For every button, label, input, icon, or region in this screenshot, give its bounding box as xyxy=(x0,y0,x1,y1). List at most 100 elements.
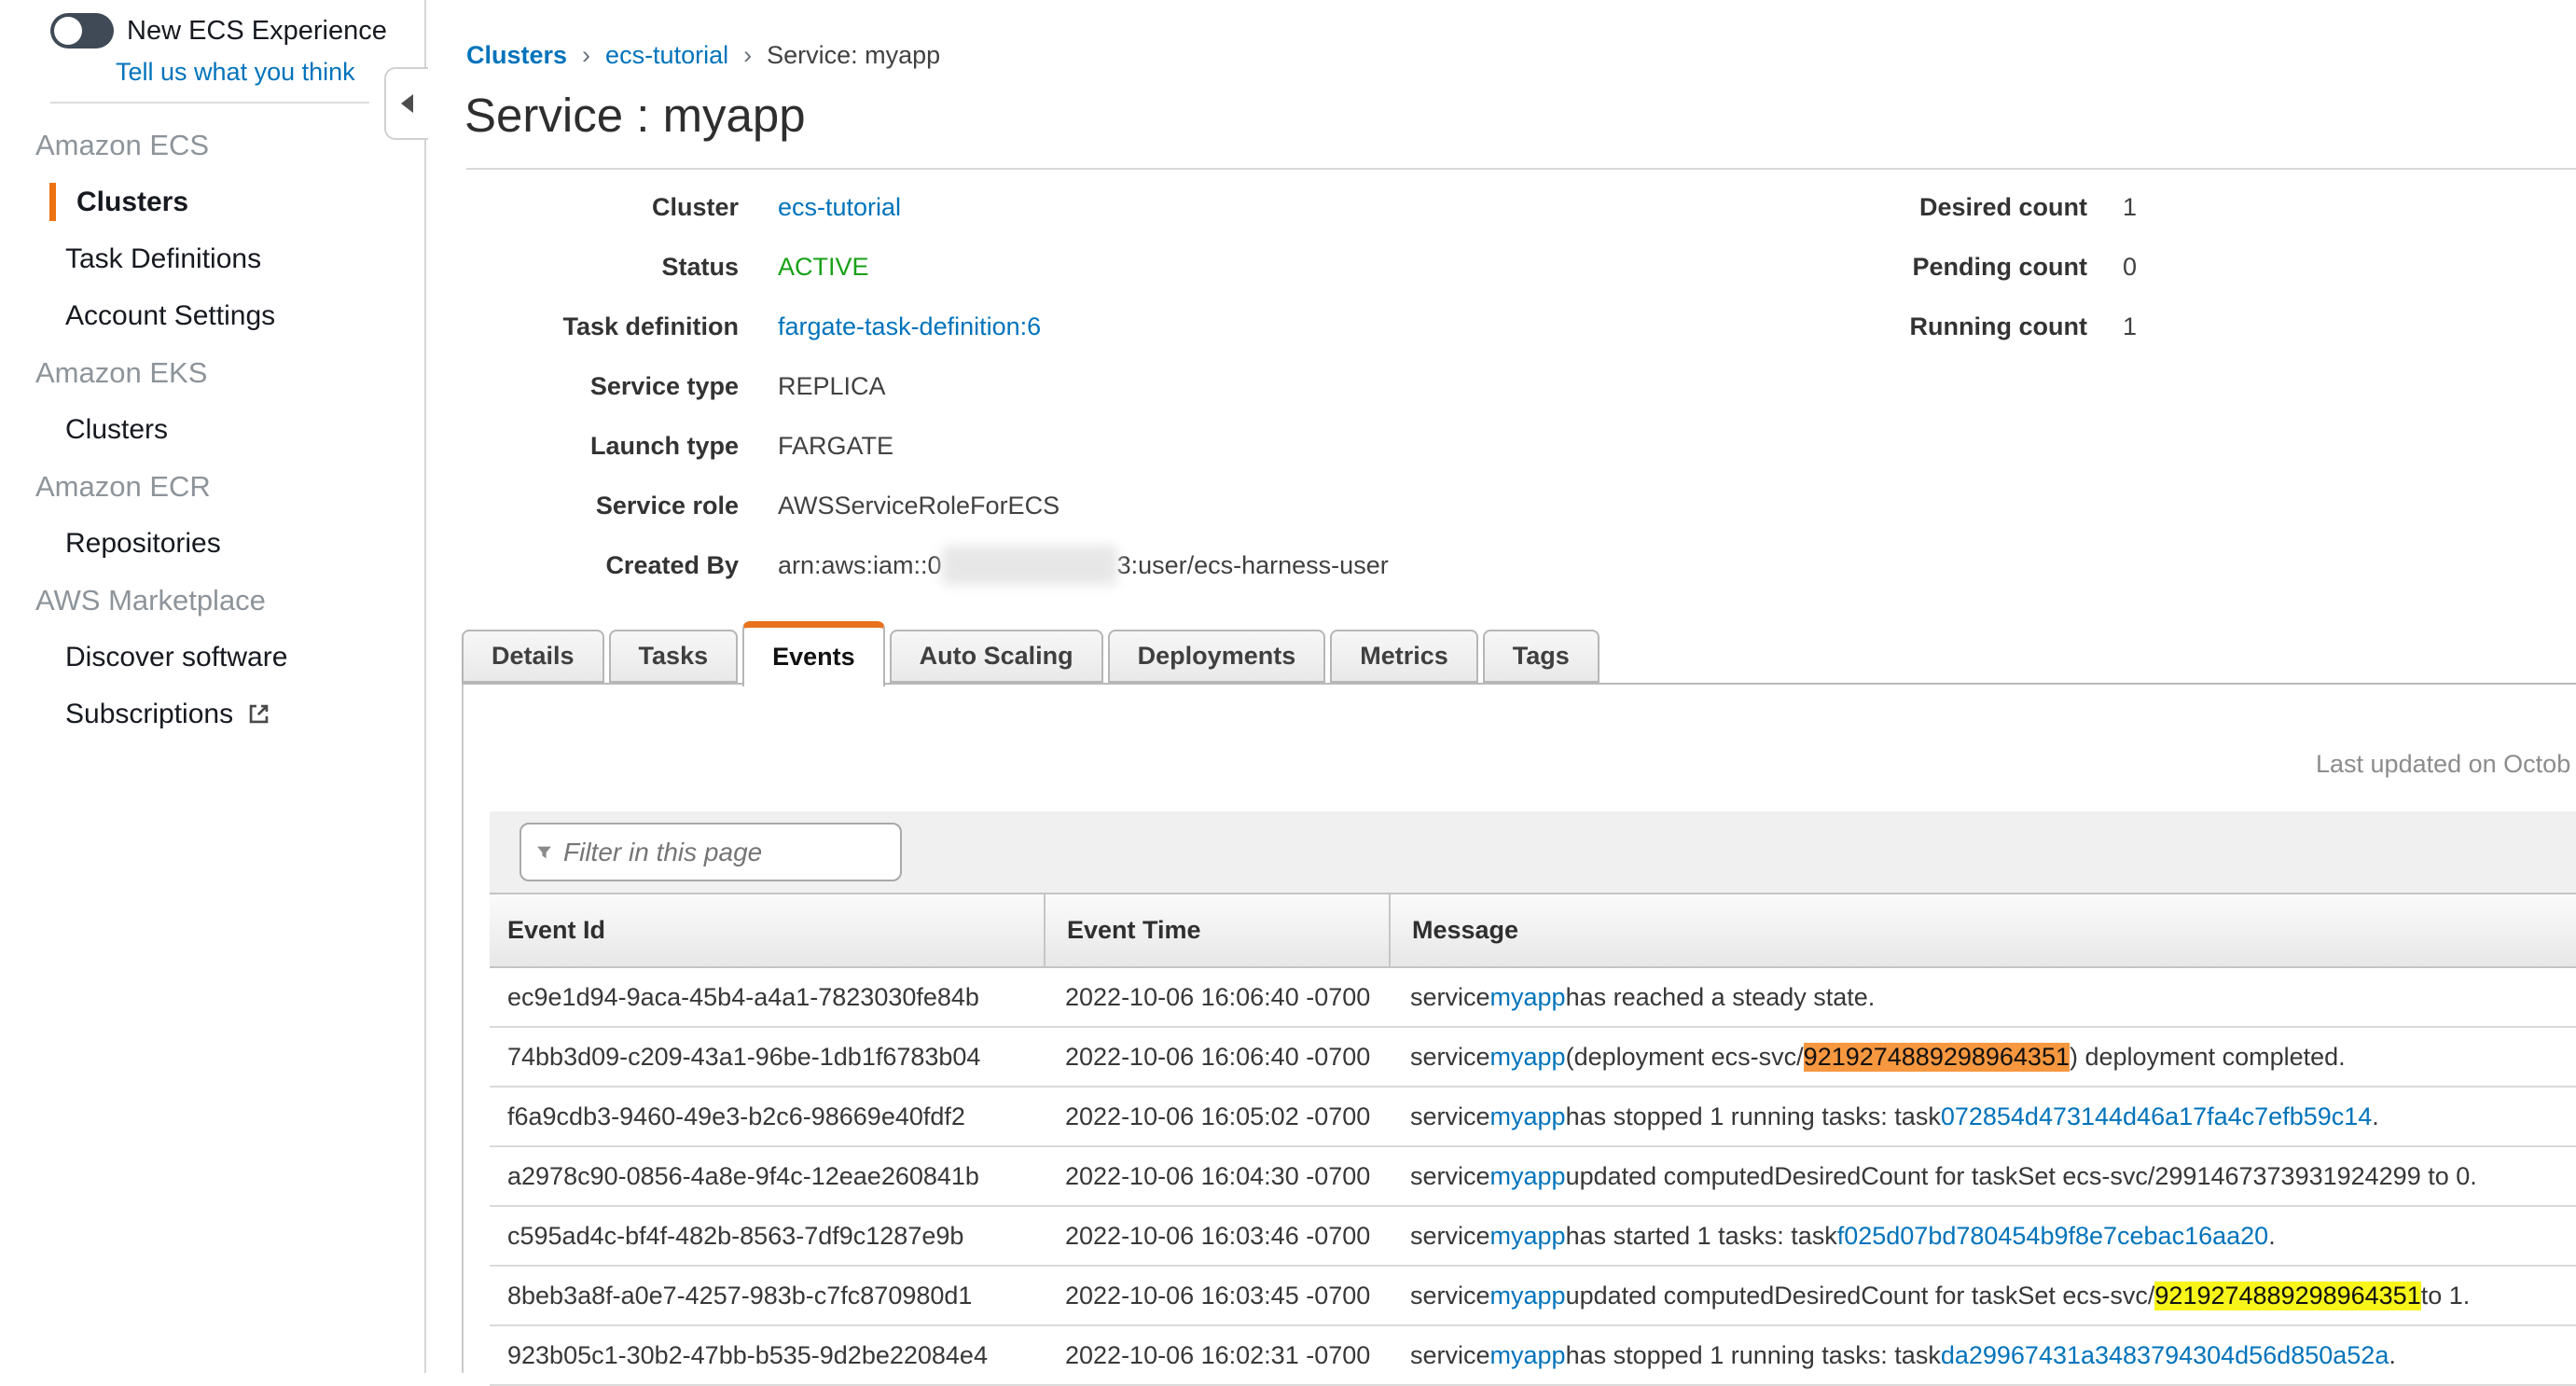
column-header-event-time: Event Time xyxy=(1044,894,1389,966)
detail-field-value[interactable]: ecs-tutorial xyxy=(739,193,901,222)
message-highlight: 9219274889298964351 xyxy=(1804,1043,2070,1072)
event-time-cell: 2022-10-06 16:03:46 -0700 xyxy=(1044,1222,1389,1251)
detail-field-row: Created By arn:aws:iam::03:user/ecs-harn… xyxy=(466,535,1389,595)
collapse-sidebar-button[interactable] xyxy=(384,67,428,140)
new-ecs-experience-toggle[interactable] xyxy=(50,13,114,49)
detail-field-row: Service type REPLICA xyxy=(466,356,1389,416)
sidebar-item-repositories[interactable]: Repositories xyxy=(0,515,424,572)
detail-field-value: ACTIVE xyxy=(739,253,869,282)
filter-input[interactable] xyxy=(563,825,900,880)
event-message-cell: service myapp has reached a steady state… xyxy=(1389,983,2576,1012)
message-text: to 1. xyxy=(2421,1282,2471,1310)
tab-events[interactable]: Events xyxy=(742,621,885,686)
detail-field-row: Service role AWSServiceRoleForECS xyxy=(466,476,1389,535)
sidebar-item-clusters[interactable]: Clusters xyxy=(0,173,424,230)
active-indicator-bar xyxy=(49,183,56,221)
message-link[interactable]: myapp xyxy=(1490,1341,1566,1370)
message-link[interactable]: myapp xyxy=(1490,1162,1566,1191)
detail-field-row: Launch type FARGATE xyxy=(466,416,1389,476)
message-link[interactable]: myapp xyxy=(1490,1043,1566,1072)
column-header-event-id: Event Id xyxy=(490,894,1044,966)
tab-deployments[interactable]: Deployments xyxy=(1108,630,1326,683)
event-time-cell: 2022-10-06 16:03:45 -0700 xyxy=(1044,1282,1389,1310)
sidebar-item-task-definitions[interactable]: Task Definitions xyxy=(0,230,424,287)
detail-field-row: Cluster ecs-tutorial xyxy=(466,177,1389,237)
detail-field-value: REPLICA xyxy=(739,372,886,401)
service-details: Cluster ecs-tutorial Status ACTIVE Task … xyxy=(466,177,1389,595)
sidebar-item-account-settings[interactable]: Account Settings xyxy=(0,287,424,344)
toggle-knob-icon xyxy=(54,17,82,45)
message-text: updated computedDesiredCount for taskSet… xyxy=(1566,1282,2155,1310)
sidebar: New ECS Experience Tell us what you thin… xyxy=(0,0,426,1373)
last-updated-text: Last updated on Octob xyxy=(2316,750,2570,779)
event-id-cell: ec9e1d94-9aca-45b4-a4a1-7823030fe84b xyxy=(490,983,1044,1012)
message-link[interactable]: da29967431a3483794304d56d850a52a xyxy=(1941,1341,2389,1370)
event-time-cell: 2022-10-06 16:02:31 -0700 xyxy=(1044,1341,1389,1370)
event-time-cell: 2022-10-06 16:06:40 -0700 xyxy=(1044,983,1389,1012)
sidebar-item-label: Subscriptions xyxy=(65,699,233,730)
event-message-cell: service myapp updated computedDesiredCou… xyxy=(1389,1282,2576,1310)
event-id-cell: c595ad4c-bf4f-482b-8563-7df9c1287e9b xyxy=(490,1222,1044,1251)
sidebar-section-header: Amazon ECS xyxy=(0,117,424,173)
detail-field-row: Status ACTIVE xyxy=(466,237,1389,297)
sidebar-item-label: Discover software xyxy=(65,642,287,673)
message-text: updated computedDesiredCount for taskSet… xyxy=(1566,1162,2477,1191)
tab-auto-scaling[interactable]: Auto Scaling xyxy=(890,630,1103,683)
count-field-row: Running count 1 xyxy=(1819,297,2137,356)
message-text: has started 1 tasks: task xyxy=(1566,1222,1837,1251)
message-link[interactable]: myapp xyxy=(1490,1282,1566,1310)
redacted-account-id xyxy=(942,546,1117,585)
message-link[interactable]: myapp xyxy=(1490,1222,1566,1251)
detail-field-value: FARGATE xyxy=(739,432,893,461)
message-text: ) deployment completed. xyxy=(2070,1043,2346,1072)
event-id-cell: 923b05c1-30b2-47bb-b535-9d2be22084e4 xyxy=(490,1341,1044,1370)
sidebar-divider xyxy=(50,102,369,104)
count-field-value: 0 xyxy=(2087,253,2137,282)
filter-box xyxy=(519,823,902,881)
tab-tasks[interactable]: Tasks xyxy=(609,630,739,683)
message-link[interactable]: myapp xyxy=(1490,1102,1566,1131)
sidebar-section-header: AWS Marketplace xyxy=(0,572,424,629)
events-table-header: Event Id Event Time Message xyxy=(490,893,2576,968)
event-id-cell: a2978c90-0856-4a8e-9f4c-12eae260841b xyxy=(490,1162,1044,1191)
message-text: service xyxy=(1410,1341,1490,1370)
breadcrumb-item[interactable]: Clusters xyxy=(466,41,567,70)
events-table-body: ec9e1d94-9aca-45b4-a4a1-7823030fe84b 202… xyxy=(490,968,2576,1386)
sidebar-item-clusters[interactable]: Clusters xyxy=(0,401,424,458)
breadcrumb-item[interactable]: ecs-tutorial xyxy=(605,41,728,70)
message-link[interactable]: 072854d473144d46a17fa4c7efb59c14 xyxy=(1941,1102,2372,1131)
count-field-value: 1 xyxy=(2087,193,2137,222)
sidebar-item-label: Account Settings xyxy=(65,300,275,332)
chevron-left-icon xyxy=(401,94,413,113)
event-message-cell: service myapp (deployment ecs-svc/921927… xyxy=(1389,1043,2576,1072)
sidebar-item-subscriptions[interactable]: Subscriptions xyxy=(0,686,424,742)
message-text: service xyxy=(1410,1102,1490,1131)
event-id-cell: 8beb3a8f-a0e7-4257-983b-c7fc870980d1 xyxy=(490,1282,1044,1310)
event-row: 74bb3d09-c209-43a1-96be-1db1f6783b04 202… xyxy=(490,1028,2576,1088)
events-panel: Event Id Event Time Message ec9e1d94-9ac… xyxy=(490,811,2576,1373)
page-title: Service : myapp xyxy=(464,88,806,143)
feedback-link[interactable]: Tell us what you think xyxy=(116,58,355,87)
event-message-cell: service myapp has started 1 tasks: task … xyxy=(1389,1222,2576,1251)
message-text: has stopped 1 running tasks: task xyxy=(1566,1102,1941,1131)
event-message-cell: service myapp has stopped 1 running task… xyxy=(1389,1102,2576,1131)
message-text: service xyxy=(1410,983,1490,1012)
event-id-cell: f6a9cdb3-9460-49e3-b2c6-98669e40fdf2 xyxy=(490,1102,1044,1131)
message-text: service xyxy=(1410,1043,1490,1072)
event-row: c595ad4c-bf4f-482b-8563-7df9c1287e9b 202… xyxy=(490,1207,2576,1267)
message-link[interactable]: myapp xyxy=(1490,983,1566,1012)
count-field-label: Running count xyxy=(1819,312,2087,341)
tab-metrics[interactable]: Metrics xyxy=(1330,630,1478,683)
detail-field-value[interactable]: fargate-task-definition:6 xyxy=(739,312,1041,341)
detail-field-label: Task definition xyxy=(466,312,739,341)
tab-tags[interactable]: Tags xyxy=(1483,630,1600,683)
event-message-cell: service myapp has stopped 1 running task… xyxy=(1389,1341,2576,1370)
message-text: . xyxy=(2389,1341,2396,1370)
title-divider xyxy=(466,168,2576,170)
sidebar-section-header: Amazon EKS xyxy=(0,344,424,401)
message-text: (deployment ecs-svc/ xyxy=(1566,1043,1804,1072)
message-link[interactable]: f025d07bd780454b9f8e7cebac16aa20 xyxy=(1837,1222,2268,1251)
sidebar-item-discover-software[interactable]: Discover software xyxy=(0,629,424,686)
tab-details[interactable]: Details xyxy=(462,630,604,683)
sidebar-item-label: Clusters xyxy=(76,187,188,218)
